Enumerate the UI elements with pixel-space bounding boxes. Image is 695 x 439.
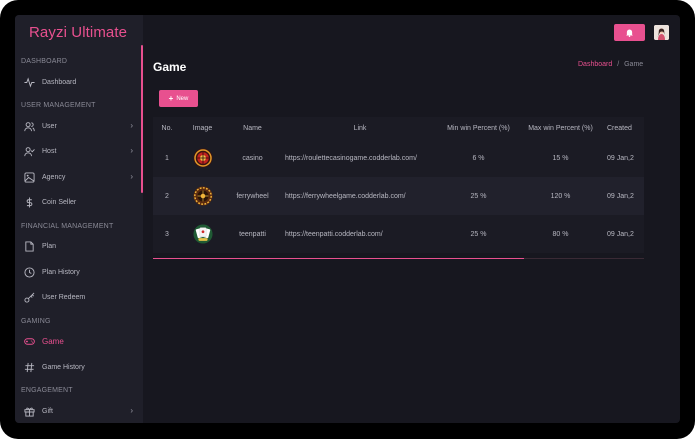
gift-icon [23,405,35,417]
sidebar-item-gift[interactable]: Gift › [15,400,141,422]
section-gaming: GAMING [21,318,51,325]
sidebar-item-label: User [42,122,57,130]
table-row[interactable]: 2 ferrywheel https://ferrywheelgame.codd… [153,177,644,215]
sidebar-item-plan[interactable]: Plan [15,235,141,257]
sidebar-item-user-redeem[interactable]: User Redeem [15,286,141,308]
sidebar-item-game-history[interactable]: Game History [15,356,141,378]
app-screen: Rayzi Ultimate DASHBOARD Dashboard USER … [15,15,680,423]
column-header-max-win[interactable]: Max win Percent (%) [518,117,603,139]
column-header-created[interactable]: Created [603,117,644,139]
game-table-card: + New No. Image Name Link Min win Percen… [153,81,644,259]
table-row[interactable]: 3 teenpatti https://teenpatti.codderlab.… [153,215,644,253]
sidebar-item-label: Game History [42,363,85,371]
sidebar-item-host[interactable]: Host › [15,140,141,162]
cell-created: 09 Jan,2 [603,139,644,177]
cell-image [181,215,224,253]
sidebar-item-label: Agency [42,173,66,181]
chevron-right-icon: › [130,406,133,415]
users-icon [23,120,35,132]
sidebar-item-plan-history[interactable]: Plan History [15,261,141,283]
breadcrumb: Dashboard / Game [578,61,643,68]
image-icon [23,171,35,183]
activity-icon [23,76,35,88]
roulette-game-icon [193,148,213,168]
app-title: Rayzi Ultimate [29,24,128,41]
dollar-icon [23,196,35,208]
bell-icon [625,24,634,42]
gamepad-icon [23,335,35,347]
table-row[interactable]: 1 casino https://roulettecasinogame.codd… [153,139,644,177]
column-header-name[interactable]: Name [224,117,281,139]
breadcrumb-home-link[interactable]: Dashboard [578,61,612,68]
game-table: No. Image Name Link Min win Percent (%) … [153,117,644,253]
user-check-icon [23,145,35,157]
file-icon [23,240,35,252]
cell-link[interactable]: https://ferrywheelgame.codderlab.com/ [281,177,439,215]
hash-icon [23,361,35,373]
column-header-min-win[interactable]: Min win Percent (%) [439,117,518,139]
sidebar-item-label: Gift [42,407,53,415]
plus-icon: + [168,94,174,103]
breadcrumb-current: Game [624,61,644,68]
section-financial-management: FINANCIAL MANAGEMENT [21,223,114,230]
user-avatar[interactable] [654,25,669,40]
cell-min-win: 25 % [439,215,518,253]
clock-icon [23,266,35,278]
cell-name: ferrywheel [224,177,281,215]
cell-no: 1 [153,139,181,177]
sidebar-item-label: Plan History [42,268,80,276]
top-bar [143,15,680,45]
notification-button[interactable] [614,24,645,41]
scrollbar-thumb[interactable] [153,258,524,259]
chevron-right-icon: › [130,121,133,130]
column-header-no[interactable]: No. [153,117,181,139]
sidebar-item-label: Coin Seller [42,198,77,206]
sidebar-item-game[interactable]: Game [15,330,141,352]
sidebar-item-dashboard[interactable]: Dashboard [15,71,141,93]
column-header-link[interactable]: Link [281,117,439,139]
new-game-button[interactable]: + New [159,90,198,107]
sidebar-item-agency[interactable]: Agency › [15,166,141,188]
new-button-label: New [176,95,189,102]
sidebar: Rayzi Ultimate DASHBOARD Dashboard USER … [15,15,143,423]
table-horizontal-scrollbar[interactable] [153,258,644,259]
device-frame: Rayzi Ultimate DASHBOARD Dashboard USER … [0,0,695,439]
column-header-image[interactable]: Image [181,117,224,139]
chevron-right-icon: › [130,172,133,181]
teenpatti-game-icon [192,224,213,244]
sidebar-scrollbar[interactable] [141,45,143,193]
cell-image [181,177,224,215]
cell-created: 09 Jan,2 [603,177,644,215]
cell-max-win: 80 % [518,215,603,253]
cell-min-win: 25 % [439,177,518,215]
page-title: Game [153,60,187,74]
cell-max-win: 15 % [518,139,603,177]
sidebar-item-label: Dashboard [42,78,77,86]
cell-image [181,139,224,177]
cell-no: 2 [153,177,181,215]
sidebar-item-user[interactable]: User › [15,115,141,137]
key-icon [23,291,35,303]
sidebar-item-label: Host [42,147,57,155]
cell-created: 09 Jan,2 [603,215,644,253]
section-engagement: ENGAGEMENT [21,387,73,394]
chevron-right-icon: › [130,146,133,155]
cell-max-win: 120 % [518,177,603,215]
section-dashboard: DASHBOARD [21,58,68,65]
breadcrumb-separator: / [617,61,620,68]
sidebar-item-label: User Redeem [42,293,86,301]
table-header-row: No. Image Name Link Min win Percent (%) … [153,117,644,139]
cell-link[interactable]: https://teenpatti.codderlab.com/ [281,215,439,253]
cell-link[interactable]: https://roulettecasinogame.codderlab.com… [281,139,439,177]
cell-min-win: 6 % [439,139,518,177]
cell-name: casino [224,139,281,177]
sidebar-item-label: Plan [42,242,57,250]
cell-name: teenpatti [224,215,281,253]
ferrywheel-game-icon [192,186,213,206]
sidebar-item-label: Game [42,336,64,346]
sidebar-item-coin-seller[interactable]: Coin Seller [15,191,141,213]
cell-no: 3 [153,215,181,253]
section-user-management: USER MANAGEMENT [21,102,96,109]
